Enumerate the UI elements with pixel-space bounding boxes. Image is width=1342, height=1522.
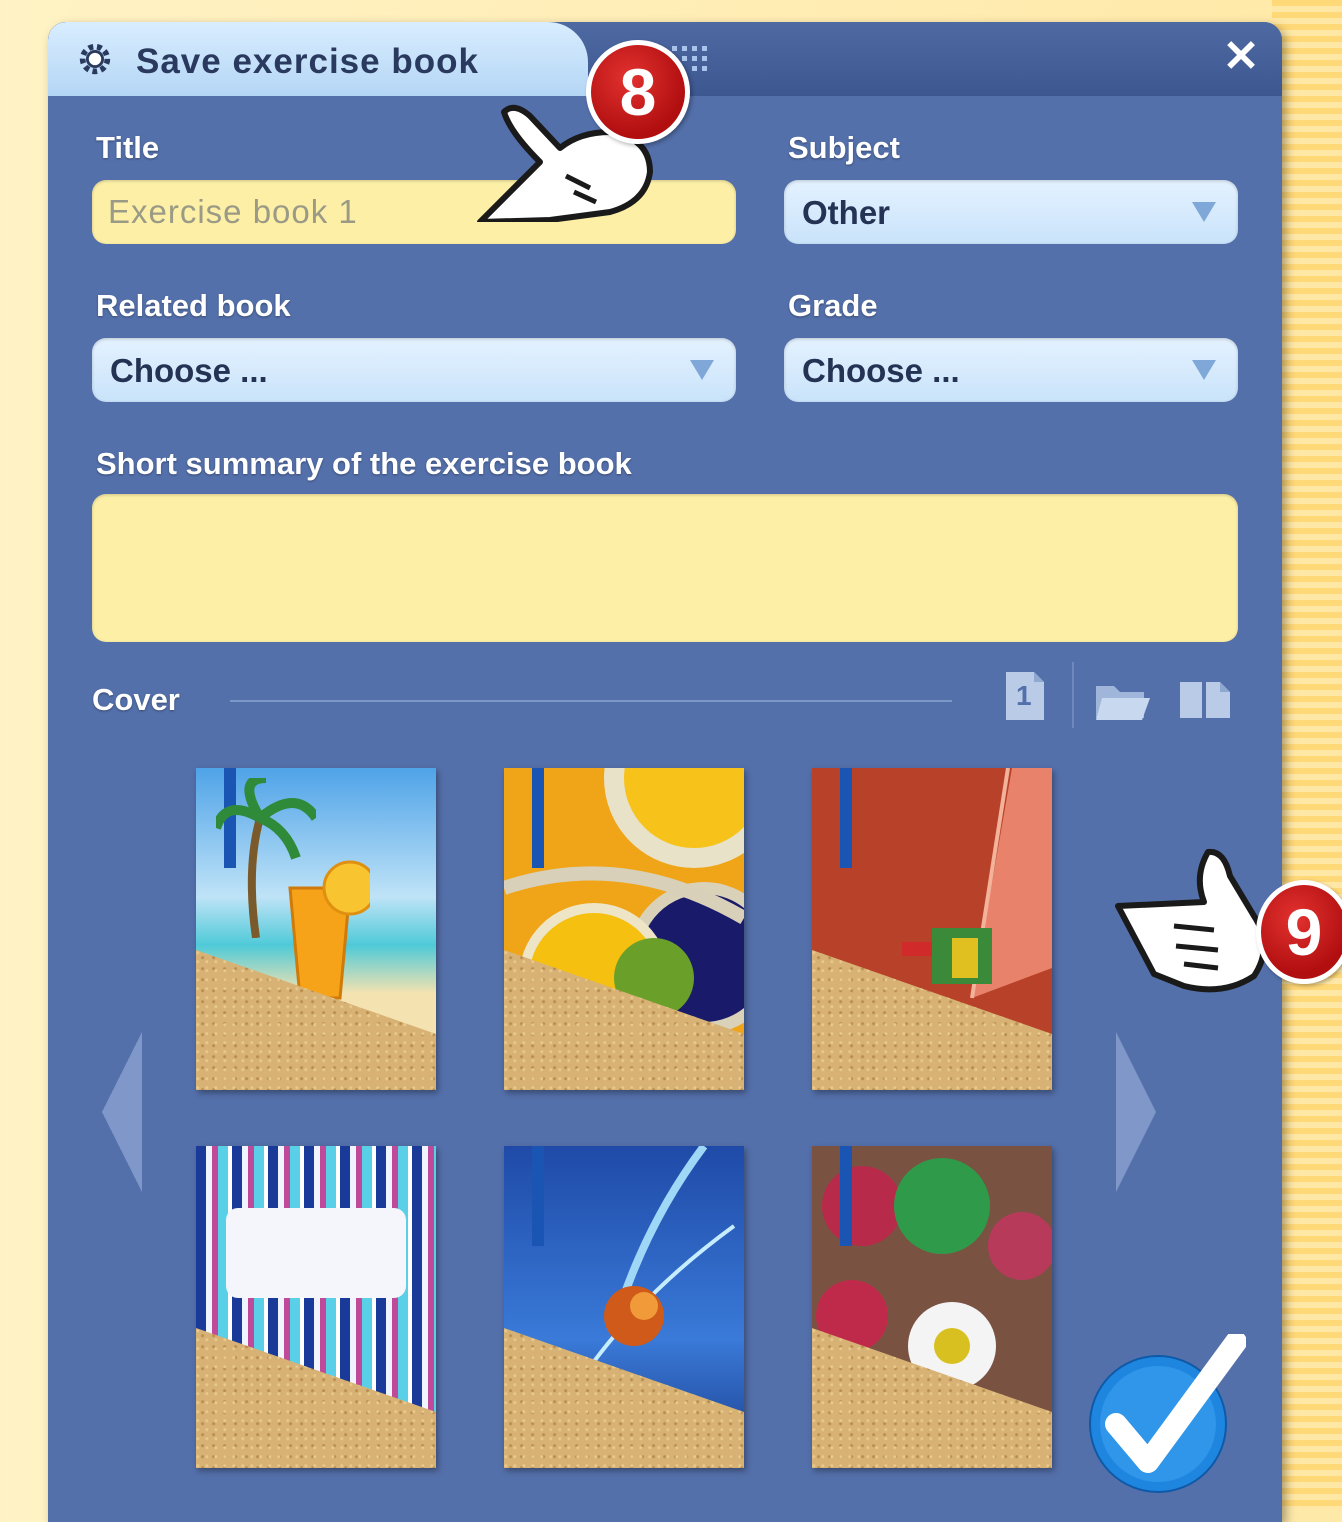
cover-divider bbox=[230, 700, 952, 702]
folder-open-icon[interactable] bbox=[1094, 678, 1152, 722]
related-book-value: Choose ... bbox=[110, 352, 268, 389]
cover-beach-drink[interactable] bbox=[196, 768, 436, 1090]
close-icon[interactable]: ✕ bbox=[1218, 34, 1264, 80]
checkmark-icon[interactable] bbox=[1086, 1334, 1246, 1494]
title-label: Title bbox=[96, 130, 160, 165]
grade-label: Grade bbox=[788, 288, 878, 323]
related-book-label: Related book bbox=[96, 288, 291, 323]
cover-label: Cover bbox=[92, 682, 180, 717]
page-icon[interactable] bbox=[1178, 678, 1232, 720]
cover-frosted-leaves[interactable] bbox=[812, 1146, 1052, 1468]
save-dialog: Save exercise book ✕ Title Subject Other… bbox=[48, 22, 1282, 1522]
cover-label-box bbox=[226, 1208, 406, 1298]
chevron-down-icon bbox=[690, 360, 714, 380]
cover-red-abstract[interactable] bbox=[812, 768, 1052, 1090]
step-9-badge: 9 bbox=[1256, 880, 1342, 984]
subject-label: Subject bbox=[788, 130, 900, 165]
cover-abstract-circles[interactable] bbox=[504, 768, 744, 1090]
page-number-value: 1 bbox=[1016, 680, 1032, 711]
page-number-icon[interactable]: 1 bbox=[1004, 670, 1046, 722]
cover-spine bbox=[532, 768, 544, 868]
cover-spine bbox=[840, 1146, 852, 1246]
cover-blue-splash[interactable] bbox=[504, 1146, 744, 1468]
cover-spine bbox=[532, 1146, 544, 1246]
gear-icon bbox=[79, 43, 111, 75]
juice-glass-icon bbox=[288, 860, 370, 1000]
chevron-left-icon[interactable] bbox=[102, 1032, 146, 1192]
toolbar-separator bbox=[1072, 662, 1074, 728]
dialog-tab: Save exercise book bbox=[48, 22, 588, 96]
dialog-title: Save exercise book bbox=[136, 42, 479, 81]
cover-spine bbox=[840, 768, 852, 868]
background-stripes bbox=[1272, 0, 1342, 1509]
subject-select[interactable]: Other bbox=[784, 180, 1238, 244]
chevron-right-icon[interactable] bbox=[1112, 1032, 1156, 1192]
grade-value: Choose ... bbox=[802, 352, 960, 389]
cover-sand bbox=[196, 1328, 436, 1468]
summary-label: Short summary of the exercise book bbox=[96, 446, 632, 481]
summary-input[interactable] bbox=[92, 494, 1238, 642]
cover-stripes[interactable] bbox=[196, 1146, 436, 1468]
related-book-select[interactable]: Choose ... bbox=[92, 338, 736, 402]
summary-input-wrap bbox=[92, 494, 1238, 642]
step-8-badge: 8 bbox=[586, 40, 690, 144]
subject-value: Other bbox=[802, 194, 891, 231]
grade-select[interactable]: Choose ... bbox=[784, 338, 1238, 402]
chevron-down-icon bbox=[1192, 202, 1216, 222]
chevron-down-icon bbox=[1192, 360, 1216, 380]
